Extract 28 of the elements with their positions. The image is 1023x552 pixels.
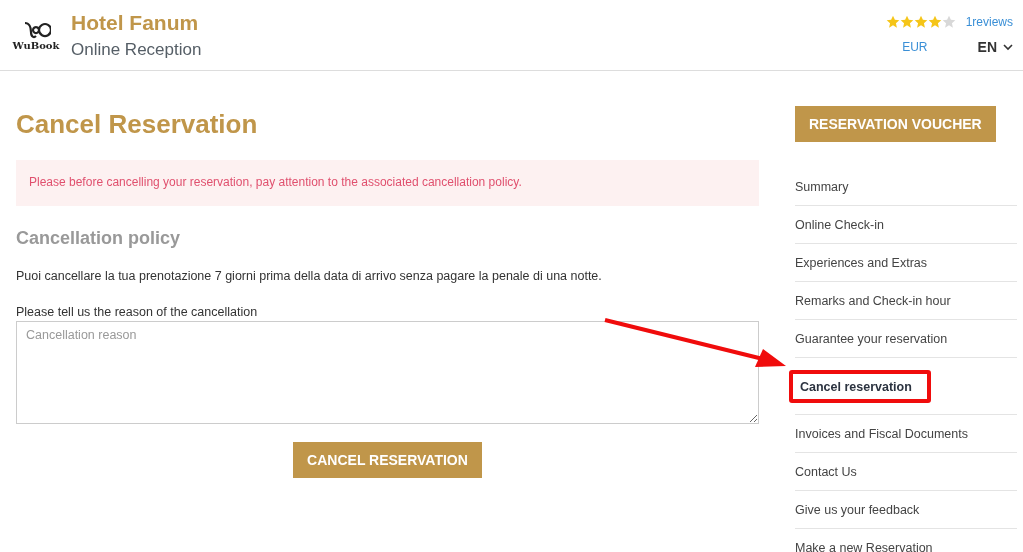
- hotel-name: Hotel Fanum: [71, 10, 200, 35]
- menu-item[interactable]: Experiences and Extras: [795, 244, 1017, 282]
- star-icon: [885, 15, 900, 29]
- reason-field[interactable]: Cancellation reason: [16, 321, 759, 424]
- subtitle: Online Reception: [71, 39, 203, 60]
- star-icon: [913, 15, 928, 29]
- star-icon: [941, 15, 956, 29]
- page-title: Cancel Reservation: [16, 109, 259, 140]
- menu-item[interactable]: Summary: [795, 168, 1017, 206]
- language-select[interactable]: EN: [977, 39, 1013, 55]
- reviews-link[interactable]: 1reviews: [965, 15, 1013, 29]
- menu-item[interactable]: Make a new Reservation: [795, 529, 1017, 552]
- star-icon: [899, 15, 914, 29]
- menu-item[interactable]: Guarantee your reservation: [795, 320, 1017, 358]
- menu-item[interactable]: Invoices and Fiscal Documents: [795, 415, 1017, 453]
- logo-text: WuBook: [12, 39, 60, 51]
- chevron-icon: [1003, 43, 1013, 51]
- currency-link[interactable]: EUR: [902, 40, 928, 54]
- section-heading: Cancellation policy: [16, 228, 182, 249]
- policy-text: Puoi cancellare la tua prenotazione 7 giorni prima della data di arrivo senza pagare la penale di una notte.: [16, 269, 603, 283]
- menu-item[interactable]: Online Check-in: [795, 206, 1017, 244]
- menu-item[interactable]: Contact Us: [795, 453, 1017, 491]
- alert-message: Please before cancelling your reservation, pay attention to the associated cancellation policy.: [16, 160, 759, 206]
- field-label: Please tell us the reason of the cancellation: [16, 305, 259, 319]
- star-icon: [927, 15, 942, 29]
- menu-item[interactable]: Give us your feedback: [795, 491, 1017, 529]
- menu-item[interactable]: Cancel reservation: [797, 374, 923, 399]
- menu-item[interactable]: Remarks and Check-in hour: [795, 282, 1017, 320]
